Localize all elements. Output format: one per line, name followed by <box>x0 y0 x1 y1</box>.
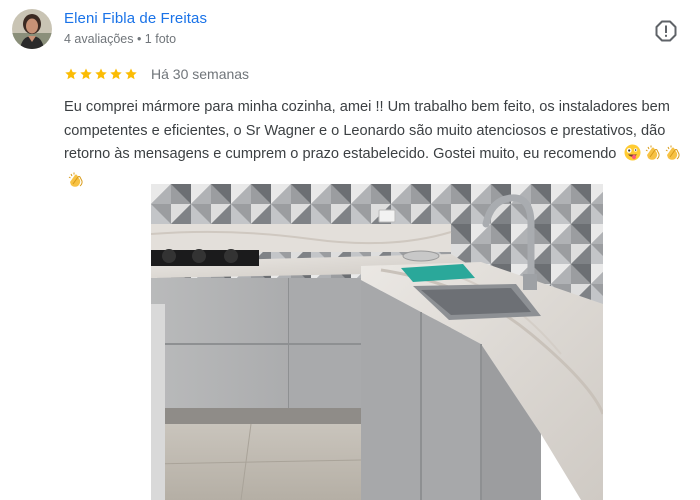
review-date: Há 30 semanas <box>151 66 250 82</box>
clapping-hands-emoji <box>67 171 84 197</box>
report-exclamation-icon <box>655 20 677 42</box>
star-icon <box>65 68 77 80</box>
star-icon <box>80 68 92 80</box>
star-icon <box>125 68 137 80</box>
star-icon <box>95 68 107 80</box>
reviewer-meta: 4 avaliações • 1 foto <box>64 32 177 46</box>
kitchen-countertop-photo <box>151 184 603 500</box>
zany-face-emoji <box>624 144 641 170</box>
rating-row: Há 30 semanas <box>64 65 249 83</box>
reviewer-name[interactable]: Eleni Fibla de Freitas <box>64 10 207 27</box>
report-button[interactable] <box>655 20 677 42</box>
star-rating <box>64 67 138 81</box>
clapping-hands-emoji <box>664 144 681 170</box>
review-body: Eu comprei mármore para minha cozinha, a… <box>64 99 670 162</box>
reviewer-avatar[interactable] <box>12 9 52 49</box>
clapping-hands-emoji <box>644 144 661 170</box>
star-icon <box>110 68 122 80</box>
review-photo[interactable] <box>151 184 603 500</box>
avatar-photo <box>12 9 52 49</box>
review-text: Eu comprei mármore para minha cozinha, a… <box>64 96 684 196</box>
